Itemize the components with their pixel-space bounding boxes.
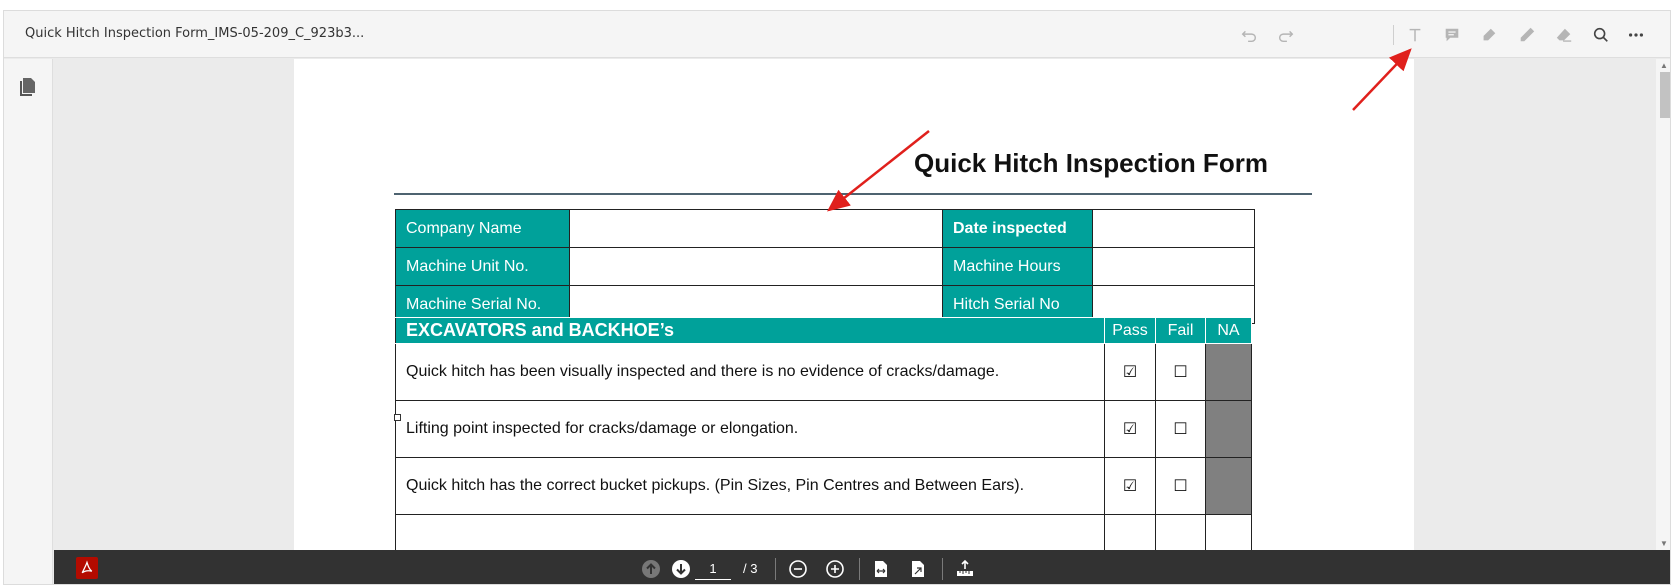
page-thumbnails-icon[interactable] [19, 77, 37, 97]
top-toolbar: Quick Hitch Inspection Form_IMS-05-209_C… [4, 11, 1670, 58]
bottom-divider [775, 558, 776, 580]
na-cell [1205, 343, 1252, 401]
info-row: Machine Unit No. Machine Hours [395, 247, 1255, 286]
checklist-header: EXCAVATORS and BACKHOE’s Pass Fail NA [395, 317, 1252, 344]
document-title: Quick Hitch Inspection Form_IMS-05-209_C… [25, 26, 365, 41]
checklist-item-text: Quick hitch has been visually inspected … [395, 343, 1105, 401]
info-value[interactable] [1092, 209, 1255, 248]
pass-checkbox[interactable]: ☑ [1104, 457, 1156, 515]
fail-checkbox[interactable]: ☐ [1155, 343, 1206, 401]
info-table: Company Name Date inspected Machine Unit… [395, 209, 1255, 324]
page-number-input[interactable] [695, 558, 731, 580]
previous-page-icon[interactable] [640, 558, 662, 580]
info-label: Machine Unit No. [395, 247, 570, 286]
col-na-header: NA [1205, 317, 1252, 344]
checklist-row: Lifting point inspected for cracks/damag… [395, 400, 1252, 458]
eraser-icon[interactable] [1552, 23, 1576, 47]
acrobat-logo-icon [76, 557, 98, 579]
measure-icon[interactable] [954, 558, 976, 580]
fit-width-icon[interactable] [870, 558, 892, 580]
comment-icon[interactable] [1440, 23, 1464, 47]
col-pass-header: Pass [1104, 317, 1156, 344]
pass-checkbox[interactable]: ☑ [1104, 400, 1156, 458]
zoom-out-icon[interactable] [787, 558, 809, 580]
info-value[interactable] [569, 247, 943, 286]
draw-icon[interactable] [1515, 23, 1539, 47]
scroll-thumb[interactable] [1660, 72, 1670, 118]
scroll-up-icon[interactable]: ▲ [1660, 61, 1668, 70]
checklist-item-text: Lifting point inspected for cracks/damag… [395, 400, 1105, 458]
info-row: Company Name Date inspected [395, 209, 1255, 248]
na-cell [1205, 457, 1252, 515]
pass-checkbox[interactable]: ☑ [1104, 343, 1156, 401]
col-fail-header: Fail [1155, 317, 1206, 344]
info-label: Date inspected [942, 209, 1093, 248]
checklist-row: Quick hitch has been visually inspected … [395, 343, 1252, 401]
fail-checkbox[interactable]: ☐ [1155, 400, 1206, 458]
pass-checkbox[interactable] [1104, 514, 1156, 550]
pdf-viewer-window: Quick Hitch Inspection Form_IMS-05-209_C… [3, 10, 1671, 585]
bottom-toolbar: / 3 [54, 550, 1670, 584]
vertical-scrollbar[interactable]: ▲ ▼ [1656, 59, 1670, 550]
bottom-divider [942, 558, 943, 580]
search-icon[interactable] [1589, 23, 1613, 47]
pdf-page: Quick Hitch Inspection Form Company Name… [294, 59, 1414, 550]
checklist-item-text: Quick hitch has the correct bucket picku… [395, 457, 1105, 515]
na-cell [1205, 400, 1252, 458]
info-value[interactable] [1092, 247, 1255, 286]
more-icon[interactable] [1624, 23, 1648, 47]
selection-handle[interactable] [394, 414, 401, 421]
add-text-icon[interactable] [1403, 23, 1427, 47]
scroll-down-icon[interactable]: ▼ [1660, 539, 1668, 548]
form-heading: Quick Hitch Inspection Form [914, 148, 1268, 178]
left-sidebar [4, 59, 53, 584]
bottom-divider [859, 558, 860, 580]
fit-page-icon[interactable] [907, 558, 929, 580]
document-viewport[interactable]: Quick Hitch Inspection Form Company Name… [54, 59, 1656, 550]
heading-rule [394, 193, 1312, 195]
info-label: Machine Hours [942, 247, 1093, 286]
checklist-table: EXCAVATORS and BACKHOE’s Pass Fail NA Qu… [395, 317, 1252, 550]
na-cell [1205, 514, 1252, 550]
info-value[interactable] [569, 209, 943, 248]
redo-icon[interactable] [1274, 23, 1298, 47]
zoom-in-icon[interactable] [824, 558, 846, 580]
highlight-icon[interactable] [1477, 23, 1501, 47]
fail-checkbox[interactable] [1155, 514, 1206, 550]
next-page-icon[interactable] [670, 558, 692, 580]
checklist-row: Quick hitch has the correct bucket picku… [395, 457, 1252, 515]
info-label: Company Name [395, 209, 570, 248]
section-heading: EXCAVATORS and BACKHOE’s [395, 317, 1105, 344]
toolbar-divider [1393, 25, 1394, 45]
fail-checkbox[interactable]: ☐ [1155, 457, 1206, 515]
checklist-row [395, 514, 1252, 550]
page-total: / 3 [743, 561, 758, 576]
checklist-item-text [395, 514, 1105, 550]
undo-icon[interactable] [1237, 23, 1261, 47]
